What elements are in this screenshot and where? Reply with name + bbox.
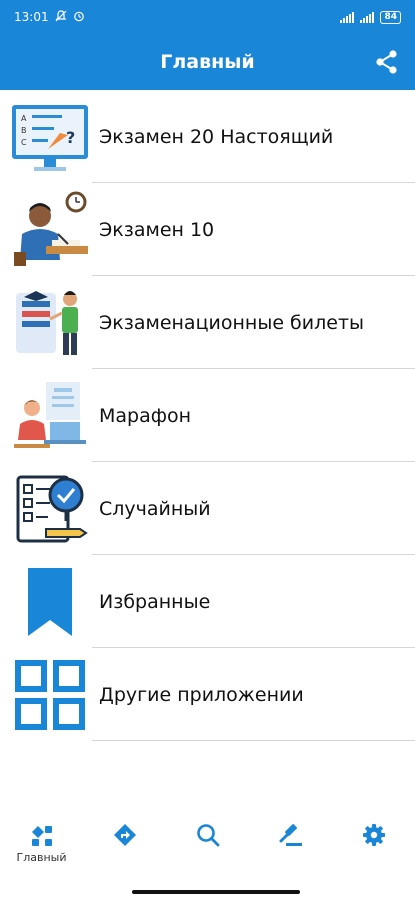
gavel-icon bbox=[279, 824, 302, 846]
menu-label: Марафон bbox=[99, 404, 192, 427]
app-bar: Главный bbox=[0, 34, 415, 90]
tickets-teacher-icon bbox=[10, 283, 90, 363]
status-bar: 13:01 84 bbox=[0, 0, 415, 34]
main-menu: A B C ? Экзамен 20 Настоящий Экзамен 10 … bbox=[0, 90, 415, 741]
share-icon[interactable] bbox=[373, 48, 401, 76]
svg-text:C: C bbox=[21, 138, 27, 147]
settings-icon bbox=[362, 824, 385, 846]
student-writing-icon bbox=[10, 190, 90, 270]
menu-item-exam-20[interactable]: A B C ? Экзамен 20 Настоящий bbox=[0, 90, 415, 183]
signal-icon bbox=[360, 11, 375, 23]
divider bbox=[92, 740, 415, 741]
page-title: Главный bbox=[160, 51, 255, 73]
menu-item-exam-10[interactable]: Экзамен 10 bbox=[0, 183, 415, 276]
svg-text:A: A bbox=[21, 114, 27, 123]
menu-item-other-apps[interactable]: Другие приложении bbox=[0, 648, 415, 741]
bottom-navigation: Главный bbox=[0, 822, 415, 878]
nav-directions[interactable] bbox=[95, 822, 155, 848]
bookmark-icon bbox=[10, 562, 90, 642]
menu-item-random[interactable]: Случайный bbox=[0, 462, 415, 555]
menu-item-favorites[interactable]: Избранные bbox=[0, 555, 415, 648]
menu-label: Избранные bbox=[99, 590, 211, 613]
signal-icon bbox=[340, 11, 355, 23]
alarm-icon bbox=[73, 10, 85, 25]
menu-label: Экзамен 10 bbox=[99, 218, 215, 241]
nav-search[interactable] bbox=[178, 822, 238, 848]
menu-item-exam-tickets[interactable]: Экзаменационные билеты bbox=[0, 276, 415, 369]
svg-text:?: ? bbox=[66, 128, 75, 147]
svg-text:B: B bbox=[21, 126, 27, 135]
nav-settings[interactable] bbox=[344, 822, 404, 848]
nav-home-label: Главный bbox=[16, 851, 67, 864]
apps-grid-icon bbox=[10, 655, 90, 735]
home-icon bbox=[31, 826, 52, 846]
directions-icon bbox=[113, 824, 136, 846]
menu-label: Экзамен 20 Настоящий bbox=[99, 125, 334, 148]
status-time: 13:01 bbox=[14, 10, 49, 24]
menu-label: Случайный bbox=[99, 497, 211, 520]
marathon-laptop-icon bbox=[10, 376, 90, 456]
battery-indicator: 84 bbox=[380, 10, 401, 24]
random-checklist-icon bbox=[10, 469, 90, 549]
search-icon bbox=[196, 824, 219, 847]
mute-icon bbox=[55, 9, 67, 25]
exam-quiz-monitor-icon: A B C ? bbox=[10, 97, 90, 177]
menu-item-marathon[interactable]: Марафон bbox=[0, 369, 415, 462]
menu-label: Экзаменационные билеты bbox=[99, 311, 365, 334]
gesture-bar[interactable] bbox=[132, 890, 300, 894]
nav-rules[interactable] bbox=[261, 822, 321, 848]
nav-home[interactable]: Главный bbox=[12, 822, 72, 864]
menu-label: Другие приложении bbox=[99, 683, 304, 706]
